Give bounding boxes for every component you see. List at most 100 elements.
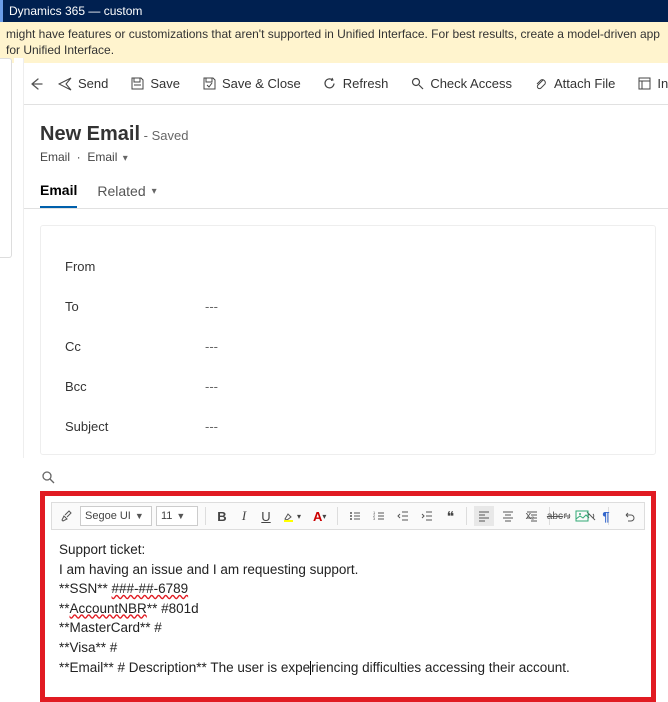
send-button[interactable]: Send (50, 72, 116, 95)
attach-file-button[interactable]: Attach File (526, 72, 623, 95)
spell-error: ###-##-6789 (112, 581, 189, 596)
to-row[interactable]: To --- (65, 286, 635, 326)
app-title-bar: Dynamics 365 — custom (0, 0, 668, 22)
send-icon (58, 77, 72, 91)
send-label: Send (78, 76, 108, 91)
body-line: **Visa** # (59, 638, 637, 658)
tab-related-label: Related (97, 183, 145, 199)
separator (337, 507, 338, 525)
rte-toolbar: Segoe UI ▼ 11 ▼ B I U ▾ A▾ (51, 502, 645, 530)
body-line: Support ticket: (59, 540, 637, 560)
rte-right-tools: x₂ abc ¶ (521, 506, 639, 526)
indent-button[interactable] (417, 506, 437, 526)
back-arrow-icon (28, 76, 44, 92)
cc-row[interactable]: Cc --- (65, 326, 635, 366)
body-line: **Email** # Description** The user is ex… (59, 658, 637, 678)
blockquote-button[interactable]: ❝ (441, 506, 459, 526)
bcc-label: Bcc (65, 379, 205, 394)
page-title: New Email (40, 123, 140, 145)
template-icon (637, 77, 651, 91)
align-left-icon (478, 510, 490, 522)
font-color-button[interactable]: A▾ (309, 506, 330, 526)
refresh-label: Refresh (343, 76, 389, 91)
separator (205, 507, 206, 525)
side-panel-tab[interactable] (0, 58, 12, 258)
font-family-select[interactable]: Segoe UI ▼ (80, 506, 152, 526)
cc-value: --- (205, 339, 218, 354)
personalize-icon[interactable] (40, 465, 656, 491)
indent-icon (421, 510, 433, 522)
paperclip-icon (534, 77, 548, 91)
format-painter-button[interactable] (56, 506, 76, 526)
image-icon (575, 510, 589, 522)
chevron-down-icon: ▼ (135, 511, 144, 521)
email-body-editor[interactable]: Support ticket: I am having an issue and… (51, 530, 645, 687)
check-access-icon (410, 77, 424, 91)
subject-label: Subject (65, 419, 205, 434)
insert-template-button[interactable]: Insert Templat (629, 72, 668, 95)
save-label: Save (150, 76, 180, 91)
outdent-button[interactable] (393, 506, 413, 526)
check-access-button[interactable]: Check Access (402, 72, 520, 95)
direction-button[interactable]: ¶ (597, 506, 615, 526)
svg-text:3: 3 (373, 516, 376, 521)
save-status: - Saved (144, 128, 189, 143)
undo-icon (623, 510, 635, 522)
record-header: New Email - Saved Email · Email ▾ (24, 105, 668, 168)
font-family-value: Segoe UI (85, 510, 131, 522)
warning-text: might have features or customizations th… (6, 27, 660, 57)
italic-button[interactable]: I (235, 506, 253, 526)
crumb-entity: Email (40, 150, 70, 164)
check-access-label: Check Access (430, 76, 512, 91)
subject-row[interactable]: Subject --- (65, 406, 635, 446)
refresh-button[interactable]: Refresh (315, 72, 397, 95)
subscript-button[interactable]: x₂ (521, 506, 539, 526)
back-button[interactable] (28, 76, 44, 92)
unified-interface-warning: might have features or customizations th… (0, 22, 668, 63)
from-row[interactable]: From (65, 246, 635, 286)
font-size-value: 11 (161, 510, 172, 522)
save-close-icon (202, 77, 216, 91)
attach-label: Attach File (554, 76, 615, 91)
tab-email-label: Email (40, 182, 77, 198)
bullet-list-button[interactable] (345, 506, 365, 526)
highlight-color-button[interactable]: ▾ (279, 506, 305, 526)
refresh-icon (323, 77, 337, 91)
brush-icon (60, 510, 72, 522)
highlighter-icon (283, 510, 297, 522)
save-close-button[interactable]: Save & Close (194, 72, 309, 95)
crumb-form[interactable]: Email (87, 150, 117, 164)
bold-button[interactable]: B (213, 506, 231, 526)
insert-template-label: Insert Templat (657, 76, 668, 91)
subject-value: --- (205, 419, 218, 434)
font-size-select[interactable]: 11 ▼ (156, 506, 198, 526)
body-line: **SSN** ###-##-6789 (59, 579, 637, 599)
chevron-down-icon: ▾ (152, 186, 157, 197)
bcc-row[interactable]: Bcc --- (65, 366, 635, 406)
align-center-button[interactable] (498, 506, 518, 526)
save-close-label: Save & Close (222, 76, 301, 91)
command-bar: Send Save Save & Close Refresh Check Acc… (24, 63, 668, 105)
underline-button[interactable]: U (257, 506, 275, 526)
tab-related[interactable]: Related ▾ (97, 182, 156, 208)
tab-email[interactable]: Email (40, 182, 77, 208)
number-list-button[interactable]: 123 (369, 506, 389, 526)
bullets-icon (349, 510, 361, 522)
cc-label: Cc (65, 339, 205, 354)
numbers-icon: 123 (373, 510, 385, 522)
chevron-down-icon: ▾ (123, 153, 128, 164)
bcc-value: --- (205, 379, 218, 394)
undo-button[interactable] (619, 506, 639, 526)
align-left-button[interactable] (474, 506, 494, 526)
app-title: Dynamics 365 — custom (9, 4, 142, 18)
to-value: --- (205, 299, 218, 314)
strike-button[interactable]: abc (543, 506, 567, 526)
form-tabs: Email Related ▾ (24, 168, 668, 209)
body-line: **MasterCard** # (59, 618, 637, 638)
save-button[interactable]: Save (122, 72, 188, 95)
insert-image-button[interactable] (571, 506, 593, 526)
from-label: From (65, 259, 205, 274)
separator (466, 507, 467, 525)
highlight-box: Segoe UI ▼ 11 ▼ B I U ▾ A▾ (40, 491, 656, 702)
outdent-icon (397, 510, 409, 522)
